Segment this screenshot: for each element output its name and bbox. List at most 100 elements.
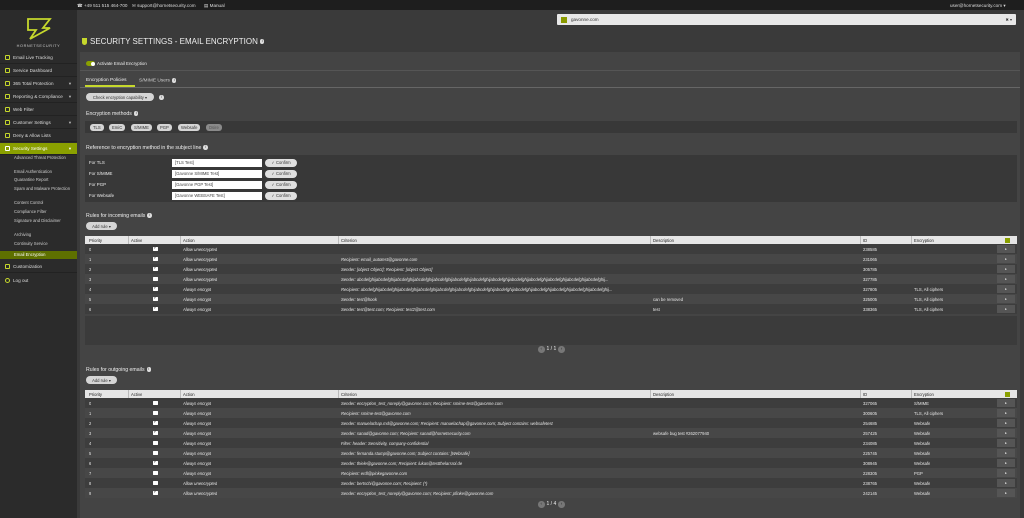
websafe-subject-input[interactable]: [Gavonne WEBSAFE Test] <box>172 191 262 200</box>
tab-smime-users[interactable]: S/MIME Users i <box>139 78 177 84</box>
column-header[interactable]: Active <box>131 392 142 397</box>
subnav-archiving[interactable]: Archiving <box>0 232 77 240</box>
table-row[interactable]: 2 Allow unencrypted Sender: [object Object… <box>85 264 1017 274</box>
active-checkbox[interactable] <box>153 400 158 405</box>
domain-selector[interactable]: gavonne.com ✖ ▾ <box>557 14 1016 25</box>
row-action-button[interactable]: ▸ <box>997 265 1015 273</box>
column-header[interactable]: Encryption <box>914 238 934 243</box>
add-incoming-rule-button[interactable]: Add rule ▾ <box>86 222 117 230</box>
active-checkbox[interactable] <box>153 429 158 435</box>
column-header[interactable]: Criterion <box>341 238 357 243</box>
row-action-button[interactable]: ▸ <box>997 459 1015 467</box>
table-row[interactable]: 2 Always encrypt Sender: manuelachap.md@ga… <box>85 418 1017 428</box>
column-header[interactable]: Active <box>131 238 142 243</box>
user-menu[interactable]: user@hornetsecurity.com ▾ <box>950 3 1006 9</box>
column-settings-icon[interactable] <box>1005 237 1010 243</box>
method-tls[interactable]: TLS <box>90 123 104 131</box>
row-action-button[interactable]: ▸ <box>997 429 1015 437</box>
info-icon[interactable]: i <box>146 367 152 372</box>
column-header[interactable]: Encryption <box>914 392 934 397</box>
column-header[interactable]: Description <box>653 238 674 243</box>
active-checkbox[interactable] <box>153 255 158 261</box>
next-page-button[interactable]: › <box>558 346 565 353</box>
method-websafe[interactable]: Websafe <box>178 123 201 131</box>
subnav-quarantine-report[interactable]: Quarantine Report <box>0 177 77 185</box>
table-row[interactable]: 5 Always encrypt Sender: test@hook can be r… <box>85 294 1017 304</box>
column-header[interactable]: Criterion <box>341 392 357 397</box>
row-action-button[interactable]: ▸ <box>997 245 1015 253</box>
info-icon[interactable]: i <box>159 95 164 100</box>
phone-contact[interactable]: ☎ +49 511 515 464-700 <box>77 3 127 9</box>
subnav-spam-malware-protection[interactable]: Spam and Malware Protection <box>0 186 77 199</box>
table-row[interactable]: 6 Always encrypt Sender: test@test.com; Re… <box>85 304 1017 314</box>
method-emic[interactable]: EmiC <box>109 123 126 131</box>
info-icon[interactable]: i <box>203 145 208 150</box>
table-row[interactable]: 5 Always encrypt Sender: fernanda.stump@ga… <box>85 448 1017 458</box>
next-page-button[interactable]: › <box>558 501 565 508</box>
check-encryption-capability-button[interactable]: Check encryption capability ▾ <box>86 93 154 101</box>
column-header[interactable]: ID <box>863 238 867 243</box>
active-checkbox[interactable] <box>153 459 158 465</box>
active-checkbox[interactable] <box>153 410 158 415</box>
method-smime[interactable]: S/MIME <box>131 123 152 131</box>
row-action-button[interactable]: ▸ <box>997 439 1015 447</box>
support-email-link[interactable]: ✉ support@hornetsecurity.com <box>132 3 196 9</box>
add-outgoing-rule-button[interactable]: Add rule ▾ <box>86 376 117 384</box>
active-checkbox[interactable] <box>153 480 158 485</box>
active-checkbox[interactable] <box>153 489 158 495</box>
row-action-button[interactable]: ▸ <box>997 419 1015 427</box>
nav-email-live-tracking[interactable]: Email Live Tracking <box>0 52 77 64</box>
table-row[interactable]: 7 Always encrypt Recipient: erdl@pinkegavo… <box>85 468 1017 478</box>
confirm-button[interactable]: ✓ Confirm <box>265 180 297 189</box>
subnav-compliance-filter[interactable]: Compliance Filter <box>0 209 77 217</box>
nav-deny-allow-lists[interactable]: Deny & Allow Lists <box>0 130 77 142</box>
info-icon[interactable]: i <box>171 78 177 83</box>
method-pgp[interactable]: PGP <box>157 123 172 131</box>
nav-customization[interactable]: Customization <box>0 261 77 273</box>
row-action-button[interactable]: ▸ <box>997 275 1015 283</box>
subnav-email-authentication[interactable]: Email Authentication <box>0 169 77 177</box>
row-action-button[interactable]: ▸ <box>997 409 1015 417</box>
column-header[interactable]: ID <box>863 392 867 397</box>
column-header[interactable]: Description <box>653 392 674 397</box>
table-row[interactable]: 1 Always encrypt Recipient: smime-test@gav… <box>85 408 1017 418</box>
confirm-button[interactable]: ✓ Confirm <box>265 158 297 167</box>
column-header[interactable]: Priority <box>89 238 102 243</box>
row-action-button[interactable]: ▸ <box>997 255 1015 263</box>
active-checkbox[interactable] <box>153 419 158 425</box>
clear-close-icon[interactable]: ✖ ▾ <box>1006 17 1012 22</box>
info-icon[interactable]: i <box>147 213 152 218</box>
table-row[interactable]: 9 Allow unencrypted Sender: encryption_tes… <box>85 488 1017 498</box>
active-checkbox[interactable] <box>153 245 158 251</box>
subnav-email-encryption[interactable]: Email Encryption <box>0 251 77 259</box>
tls-subject-input[interactable]: [TLS Test] <box>172 158 262 167</box>
row-action-button[interactable]: ▸ <box>997 295 1015 303</box>
column-header[interactable]: Action <box>183 238 195 243</box>
table-row[interactable]: 6 Always encrypt Sender: thiele@gavonne.co… <box>85 458 1017 468</box>
table-row[interactable]: 3 Allow unencrypted Sender: abcdefghijabcd… <box>85 274 1017 284</box>
pgp-subject-input[interactable]: [Gavonne PGP Test] <box>172 180 262 189</box>
table-row[interactable]: 4 Always encrypt Filter: header: Sensitivi… <box>85 438 1017 448</box>
active-checkbox[interactable] <box>153 285 158 291</box>
subnav-signature-disclaimer[interactable]: Signature and Disclaimer <box>0 218 77 231</box>
column-header[interactable]: Action <box>183 392 195 397</box>
table-row[interactable]: 4 Always encrypt Recipient: abcdefghijabcd… <box>85 284 1017 294</box>
active-checkbox[interactable] <box>153 470 158 475</box>
row-action-button[interactable]: ▸ <box>997 469 1015 477</box>
table-row[interactable]: 1 Allow unencrypted Recipient: email_autot… <box>85 254 1017 264</box>
active-checkbox[interactable] <box>153 440 158 445</box>
table-row[interactable]: 8 Allow unencrypted Sender: bertschi@gavon… <box>85 478 1017 488</box>
table-row[interactable]: 0 Allow unencrypted 238585 ▸ <box>85 244 1017 254</box>
prev-page-button[interactable]: ‹ <box>538 346 545 353</box>
smime-subject-input[interactable]: [Gavonne S/MIME Test] <box>172 169 262 178</box>
active-checkbox[interactable] <box>153 265 158 271</box>
confirm-button[interactable]: ✓ Confirm <box>265 191 297 200</box>
active-checkbox[interactable] <box>153 450 158 455</box>
brand-logo[interactable]: HORNETSECURITY <box>0 14 77 52</box>
confirm-button[interactable]: ✓ Confirm <box>265 169 297 178</box>
nav-365-total-protection[interactable]: 365 Total Protection ▼ <box>0 78 77 90</box>
row-action-button[interactable]: ▸ <box>997 305 1015 313</box>
activate-encryption-toggle[interactable] <box>86 61 95 66</box>
active-checkbox[interactable] <box>153 295 158 301</box>
subnav-content-control[interactable]: Content Control <box>0 200 77 208</box>
